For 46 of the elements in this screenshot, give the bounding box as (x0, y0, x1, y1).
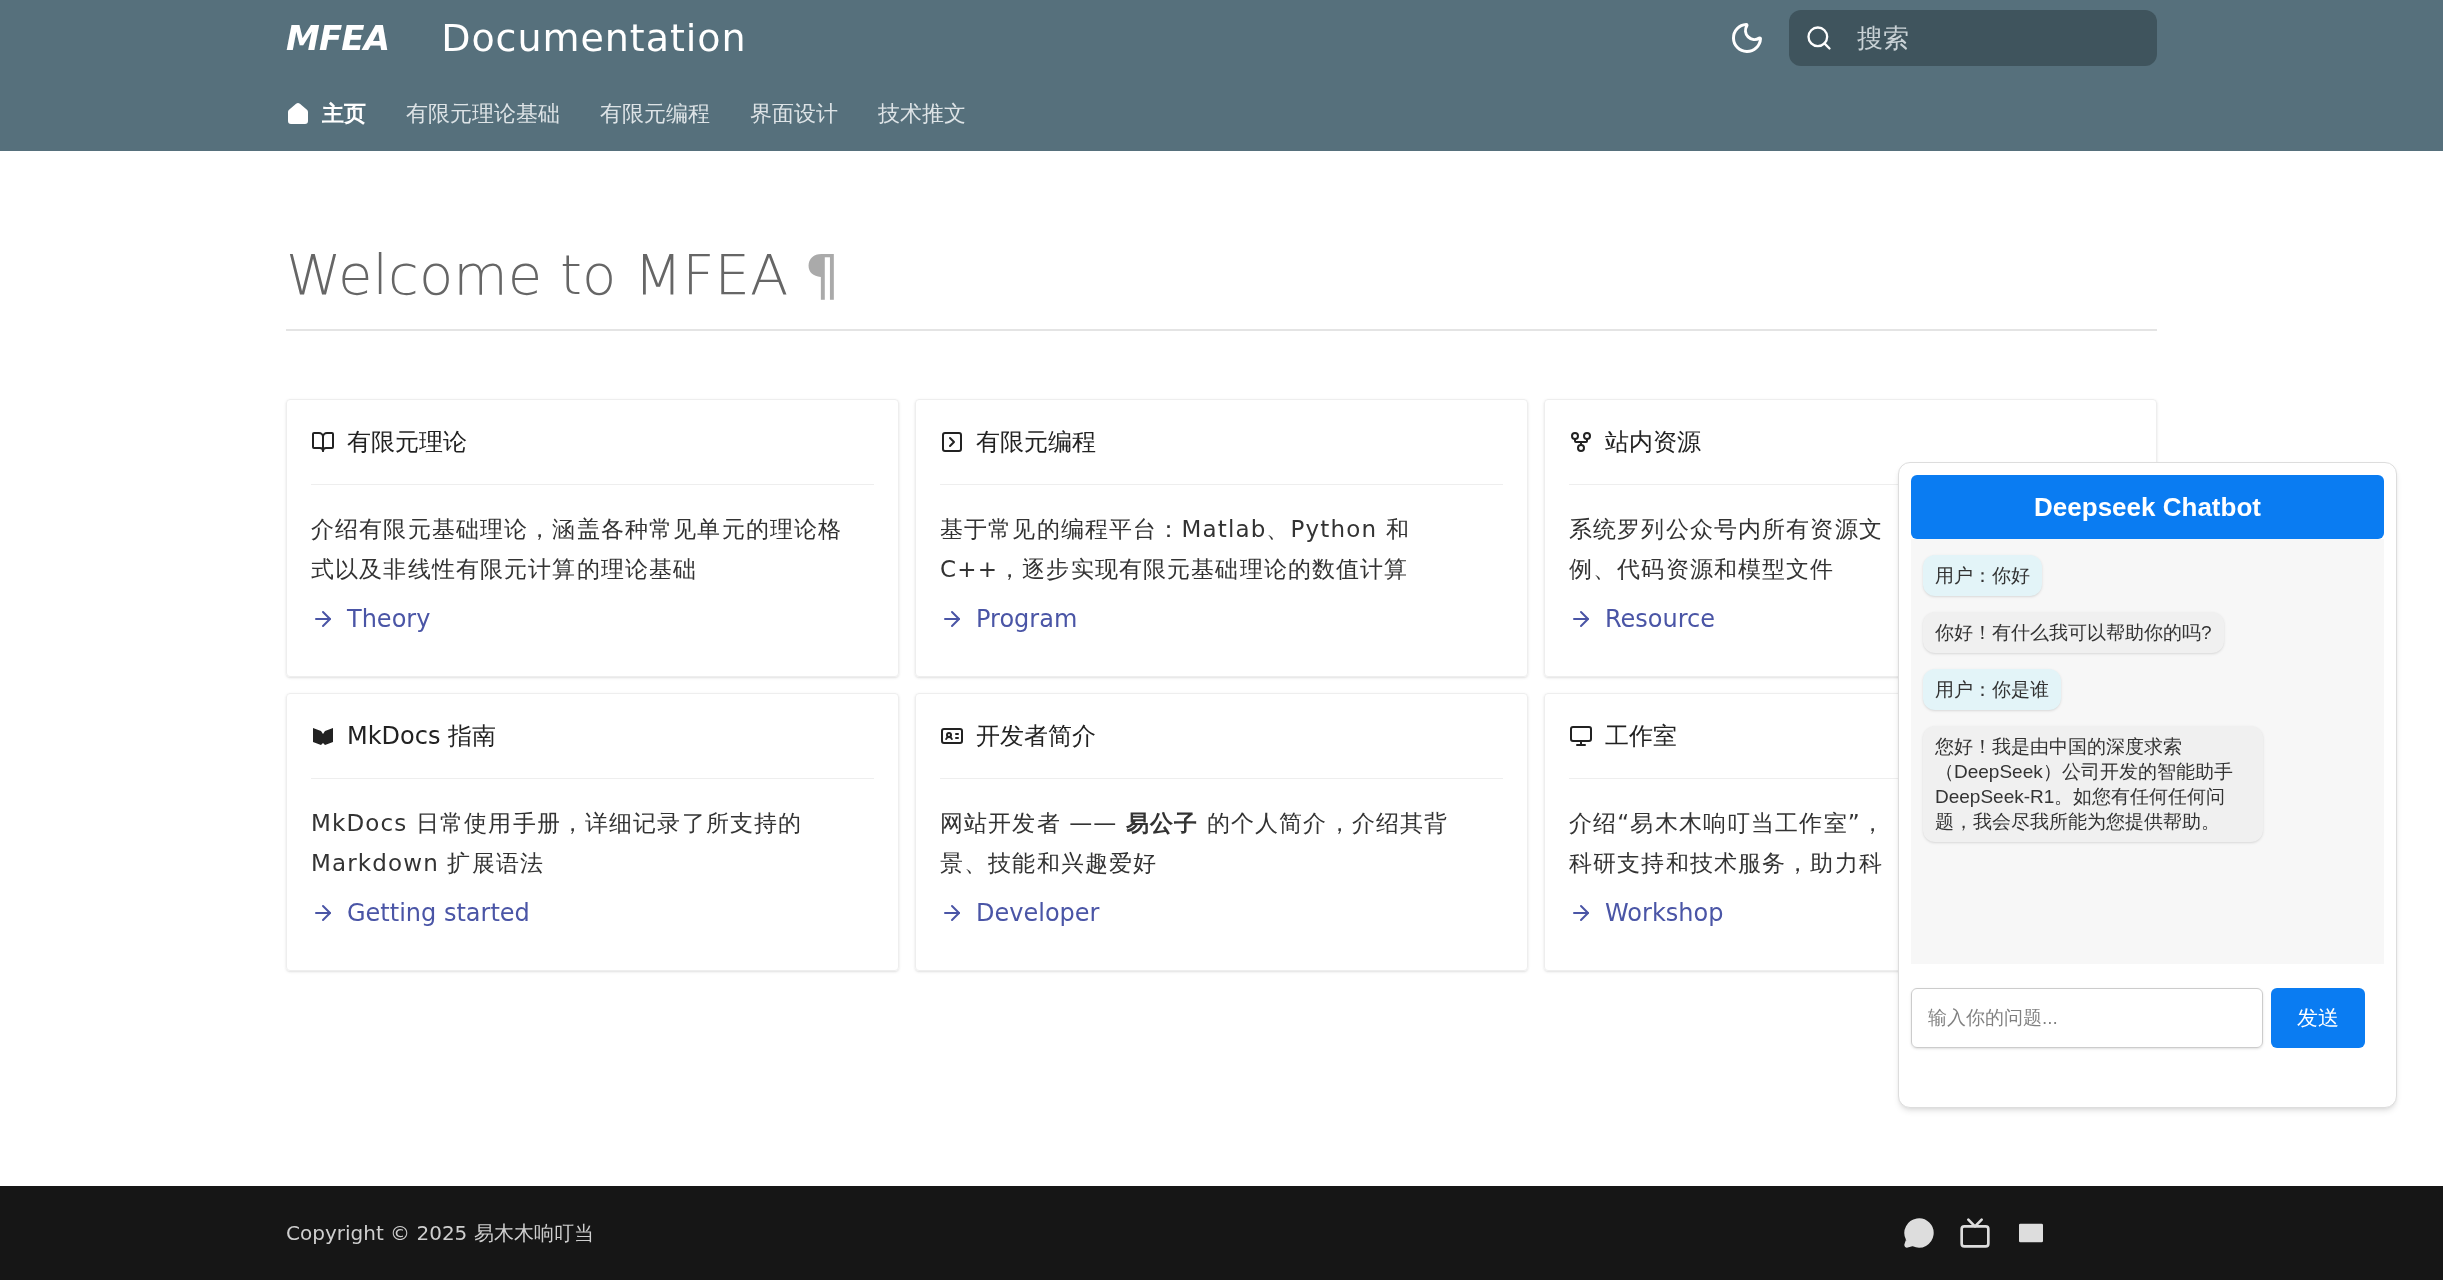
bot-message: 你好！有什么我可以帮助你的吗? (1923, 612, 2224, 653)
nav-link[interactable]: 主页 (286, 97, 366, 130)
card-link[interactable]: Resource (1569, 601, 1716, 637)
card-title: 有限元编程 (976, 427, 1096, 458)
question-input[interactable]: 输入你的问题... (1911, 988, 2263, 1048)
send-button[interactable]: 发送 (2271, 988, 2365, 1048)
site-title: Documentation (441, 14, 747, 62)
search-field[interactable]: 搜索 (1789, 10, 2157, 66)
bot-message: 您好！我是由中国的深度求索（DeepSeek）公司开发的智能助手DeepSeek-R1。如您有任何任何问题，我会尽我所能为您提供帮助。 (1923, 726, 2263, 842)
card-title: MkDocs 指南 (347, 721, 497, 752)
monitor-icon (1569, 724, 1593, 748)
search-icon (1805, 24, 1833, 52)
card-title: 开发者简介 (976, 721, 1096, 752)
chat-icon[interactable] (1903, 1217, 1935, 1249)
card-title: 工作室 (1605, 721, 1677, 752)
user-message: 用户：你是谁 (1923, 669, 2061, 710)
dark-mode-icon[interactable] (1729, 20, 1765, 56)
card-link[interactable]: Developer (940, 895, 1100, 931)
nav-link[interactable]: 有限元理论基础 (406, 97, 560, 130)
copyright: Copyright © 2025 易木木响叮当 (286, 1220, 594, 1247)
card-title: 有限元理论 (347, 427, 467, 458)
fork-icon (1569, 430, 1593, 454)
book-icon (311, 430, 335, 454)
chatbot-title: Deepseek Chatbot (1911, 475, 2384, 539)
card-description: MkDocs 日常使用手册，详细记录了所支持的 Markdown 扩展语法 (311, 809, 804, 878)
card-link[interactable]: Theory (311, 601, 431, 637)
card-description: 介绍“易木木响叮当工作室”， (1569, 809, 1885, 838)
page-heading: Welcome to MFEA (286, 241, 789, 309)
card-link[interactable]: Workshop (1569, 895, 1724, 931)
nav-link[interactable]: 界面设计 (750, 97, 838, 130)
card-link[interactable]: Program (940, 601, 1078, 637)
card-link[interactable]: Getting started (311, 895, 530, 931)
card-description: 介绍有限元基础理论，涵盖各种常见单元的理论格式以及非线性有限元计算的理论基础 (311, 515, 844, 584)
card-description: 基于常见的编程平台：Matlab、Python 和 C++，逐步实现有限元基础理论的数值计算 (940, 515, 1411, 584)
card-description: 系统罗列公众号内所有资源文 (1569, 515, 1883, 544)
nav-link[interactable]: 有限元编程 (600, 97, 710, 130)
card-description: 网站开发者 —— 易公子 的个人简介，介绍其背景、技能和兴趣爱好 (940, 809, 1450, 878)
card-title: 站内资源 (1605, 427, 1701, 458)
card-description: 例、代码资源和模型文件 (1569, 555, 1835, 584)
terminal-icon (940, 430, 964, 454)
nav-link[interactable]: 技术推文 (878, 97, 966, 130)
home-icon (286, 101, 310, 126)
user-message: 用户：你好 (1923, 555, 2042, 596)
logo[interactable]: MFEA (286, 12, 390, 64)
card-description: 科研支持和技术服务，助力科 (1569, 849, 1883, 878)
tv-icon[interactable] (1959, 1217, 1991, 1249)
